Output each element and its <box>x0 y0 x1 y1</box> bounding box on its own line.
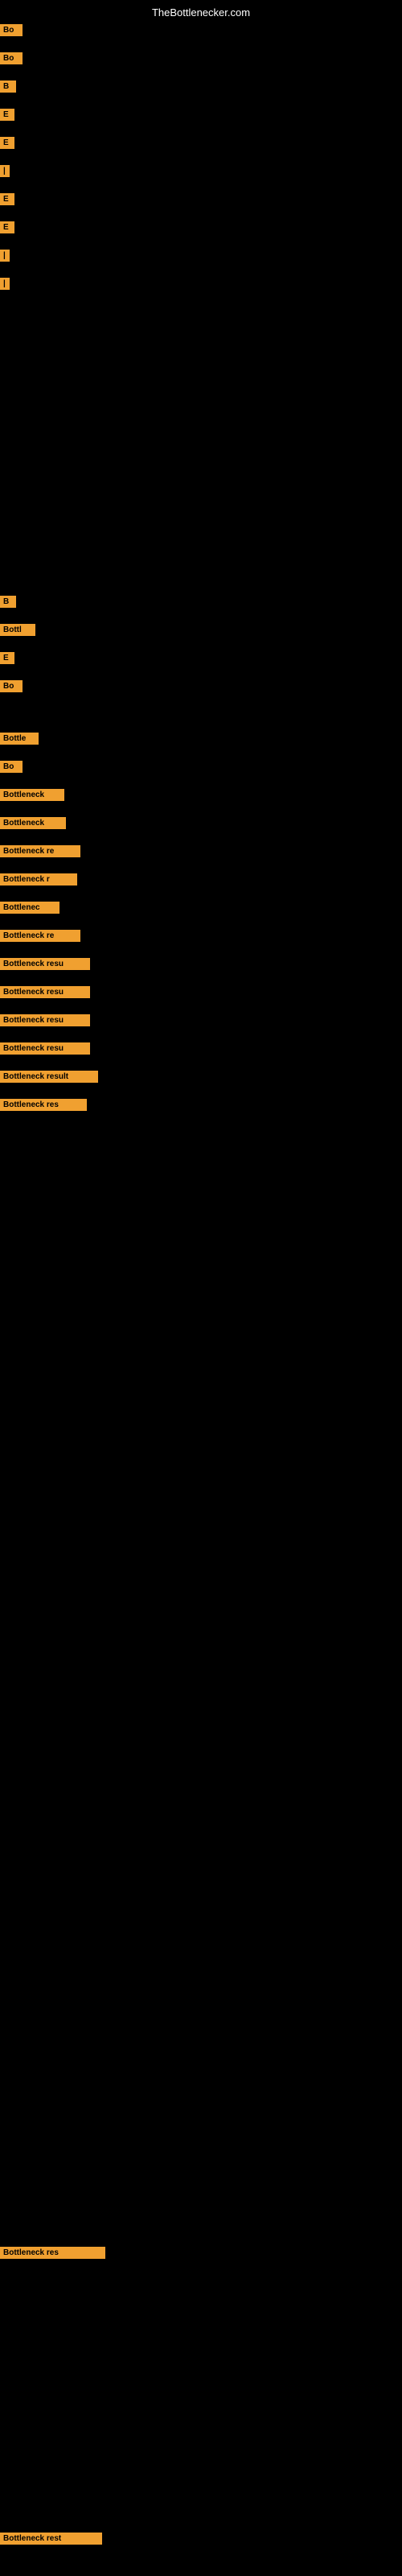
label-badge-21: Bottleneck re <box>0 930 80 942</box>
label-badge-22: Bottleneck resu <box>0 958 90 970</box>
label-badge-24: Bottleneck resu <box>0 1014 90 1026</box>
label-badge-7: E <box>0 221 14 233</box>
label-badge-27: Bottleneck res <box>0 1099 87 1111</box>
site-title: TheBottlenecker.com <box>152 6 250 19</box>
label-badge-5: | <box>0 165 10 177</box>
label-badge-10: B <box>0 596 16 608</box>
label-badge-9: | <box>0 278 10 290</box>
label-badge-26: Bottleneck result <box>0 1071 98 1083</box>
label-badge-18: Bottleneck re <box>0 845 80 857</box>
label-badge-12: E <box>0 652 14 664</box>
label-badge-23: Bottleneck resu <box>0 986 90 998</box>
label-badge-1: Bo <box>0 52 23 64</box>
label-badge-14: Bottle <box>0 733 39 745</box>
label-badge-13: Bo <box>0 680 23 692</box>
label-badge-28: Bottleneck res <box>0 2247 105 2259</box>
label-badge-2: B <box>0 80 16 93</box>
label-badge-19: Bottleneck r <box>0 873 77 886</box>
label-badge-4: E <box>0 137 14 149</box>
label-badge-29: Bottleneck rest <box>0 2533 102 2545</box>
label-badge-20: Bottlenec <box>0 902 59 914</box>
label-badge-0: Bo <box>0 24 23 36</box>
label-badge-8: | <box>0 250 10 262</box>
label-badge-25: Bottleneck resu <box>0 1042 90 1055</box>
label-badge-6: E <box>0 193 14 205</box>
label-badge-15: Bo <box>0 761 23 773</box>
label-badge-3: E <box>0 109 14 121</box>
label-badge-16: Bottleneck <box>0 789 64 801</box>
label-badge-17: Bottleneck <box>0 817 66 829</box>
label-badge-11: Bottl <box>0 624 35 636</box>
